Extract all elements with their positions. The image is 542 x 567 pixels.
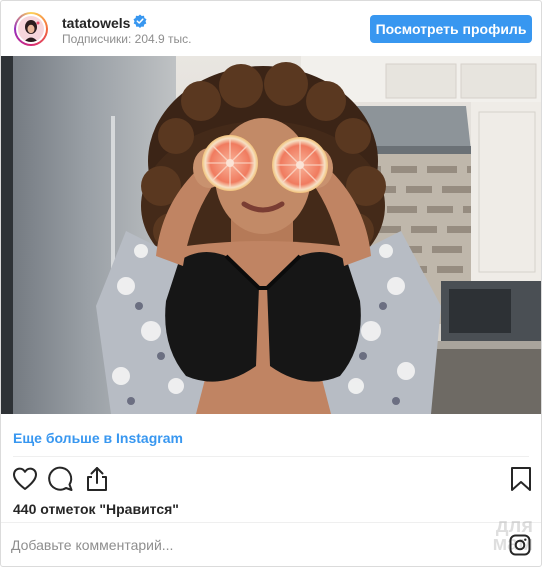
divider: [1, 522, 541, 523]
view-profile-button[interactable]: Посмотреть профиль: [370, 15, 532, 43]
post-header: tatatowels Подписчики: 204.9 тыс. Посмот…: [1, 1, 541, 56]
username[interactable]: tatatowels: [62, 15, 130, 31]
likes-count: 440 отметок "Нравится": [13, 501, 179, 517]
post-image[interactable]: [1, 56, 541, 414]
followers-count: Подписчики: 204.9 тыс.: [62, 32, 192, 46]
share-icon[interactable]: [83, 465, 111, 493]
avatar[interactable]: [14, 12, 48, 46]
verified-badge-icon: [133, 14, 147, 28]
instagram-icon[interactable]: [509, 534, 531, 556]
add-comment-input[interactable]: [11, 534, 451, 556]
more-on-instagram-link[interactable]: Еще больше в Instagram: [13, 430, 183, 446]
bookmark-icon[interactable]: [507, 465, 535, 493]
divider: [13, 456, 529, 457]
avatar-image: [18, 16, 44, 42]
heart-icon[interactable]: [11, 465, 39, 493]
comment-icon[interactable]: [47, 465, 75, 493]
instagram-embed-card: tatatowels Подписчики: 204.9 тыс. Посмот…: [0, 0, 542, 567]
